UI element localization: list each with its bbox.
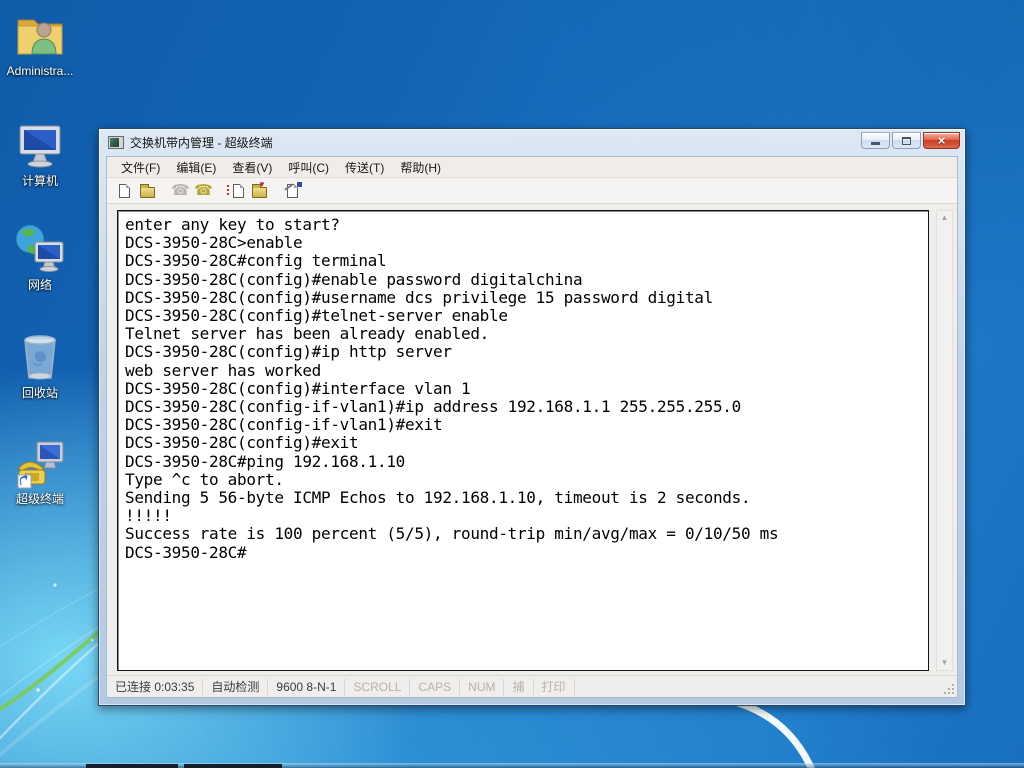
terminal-line: DCS-3950-28C# — [125, 542, 247, 562]
close-icon: × — [937, 133, 946, 148]
disconnect-button[interactable]: ☎ — [192, 180, 215, 202]
menu-transfer[interactable]: 传送(T) — [337, 157, 392, 178]
taskbar-edge[interactable] — [0, 763, 1024, 768]
taskbar-button-sliver[interactable] — [184, 764, 282, 768]
open-button[interactable] — [136, 180, 159, 202]
computer-icon — [19, 125, 61, 168]
minimize-button[interactable] — [861, 132, 890, 149]
terminal-line: DCS-3950-28C#ping 192.168.1.10 — [125, 451, 405, 471]
open-icon — [140, 183, 155, 198]
desktop-icon-label: 网络 — [27, 278, 52, 292]
call-icon: ☎ — [171, 182, 190, 199]
desktop-icon-network[interactable]: 网络 — [2, 222, 78, 292]
menu-view[interactable]: 查看(V) — [224, 157, 280, 178]
desktop-icon-label: 回收站 — [21, 386, 58, 400]
terminal-screen[interactable]: enter any key to start? DCS-3950-28C>ena… — [117, 210, 929, 671]
user-folder-icon — [17, 19, 63, 55]
terminal-line: Success rate is 100 percent (5/5), round… — [125, 524, 779, 544]
status-connected: 已连接 0:03:35 — [107, 678, 204, 695]
desktop-icon-recycle-bin[interactable]: 回收站 — [2, 330, 78, 400]
terminal-line: !!!!! — [125, 506, 172, 526]
terminal-line: DCS-3950-28C(config-if-vlan1)#exit — [125, 415, 443, 435]
window-title: 交换机带内管理 - 超级终端 — [130, 136, 273, 150]
desktop-icon-label: 计算机 — [21, 174, 58, 188]
window-icon — [108, 136, 124, 149]
status-bar: 已连接 0:03:35 自动检测 9600 8-N-1 SCROLL CAPS … — [107, 675, 957, 697]
hyperterminal-window: 交换机带内管理 - 超级终端 × 文件(F) 编辑(E) 查看(V) 呼叫(C)… — [98, 128, 966, 706]
terminal-line: DCS-3950-28C(config)#interface vlan 1 — [125, 378, 471, 398]
terminal-line: DCS-3950-28C(config)#ip http server — [125, 342, 452, 362]
desktop-icon-label: Administra... — [6, 64, 74, 78]
recycle-bin-icon — [24, 335, 56, 380]
status-scroll: SCROLL — [345, 678, 411, 695]
status-print: 打印 — [534, 678, 575, 695]
terminal-line: web server has worked — [125, 360, 321, 380]
status-capture: 捕 — [504, 678, 534, 695]
terminal-line: Telnet server has been already enabled. — [125, 324, 489, 344]
send-file-icon — [233, 183, 244, 198]
vertical-scrollbar[interactable]: ▲ ▼ — [936, 210, 953, 671]
terminal-line: DCS-3950-28C(config)#username dcs privil… — [125, 287, 713, 307]
menu-bar: 文件(F) 编辑(E) 查看(V) 呼叫(C) 传送(T) 帮助(H) — [107, 157, 957, 178]
taskbar-button-sliver[interactable] — [86, 764, 178, 768]
desktop-icon-label: 超级终端 — [15, 492, 64, 506]
receive-file-icon — [252, 183, 267, 198]
terminal-container: enter any key to start? DCS-3950-28C>ena… — [107, 204, 957, 675]
terminal-line: DCS-3950-28C>enable — [125, 233, 303, 253]
disconnect-icon: ☎ — [194, 182, 213, 199]
terminal-line: DCS-3950-28C(config)#telnet-server enabl… — [125, 306, 508, 326]
new-connection-icon — [119, 183, 130, 198]
menu-edit[interactable]: 编辑(E) — [168, 157, 224, 178]
scroll-down-icon[interactable]: ▼ — [941, 656, 949, 670]
status-num: NUM — [460, 678, 505, 695]
terminal-line: Type ^c to abort. — [125, 469, 284, 489]
terminal-line: Sending 5 56-byte ICMP Echos to 192.168.… — [125, 488, 751, 508]
minimize-icon — [871, 142, 880, 145]
terminal-line: DCS-3950-28C(config)#exit — [125, 433, 359, 453]
properties-corner — [297, 181, 302, 187]
resize-grip[interactable] — [943, 683, 955, 695]
status-baud: 9600 8-N-1 — [268, 678, 346, 695]
menu-help[interactable]: 帮助(H) — [392, 157, 449, 178]
desktop-icon-computer[interactable]: 计算机 — [2, 118, 78, 188]
close-button[interactable]: × — [923, 132, 960, 149]
scroll-up-icon[interactable]: ▲ — [941, 211, 949, 225]
status-caps: CAPS — [410, 678, 461, 695]
terminal-line: DCS-3950-28C(config-if-vlan1)#ip address… — [125, 397, 741, 417]
call-button[interactable]: ☎ — [169, 180, 192, 202]
terminal-line: DCS-3950-28C#config terminal — [125, 251, 387, 271]
terminal-line: enter any key to start? — [125, 215, 340, 234]
network-icon — [15, 224, 64, 272]
properties-button[interactable] — [281, 180, 304, 202]
send-dots — [227, 184, 230, 197]
window-titlebar[interactable]: 交换机带内管理 - 超级终端 × — [99, 129, 965, 156]
receive-file-button[interactable]: ▼ — [248, 180, 271, 202]
new-connection-button[interactable] — [113, 180, 136, 202]
status-autodetect: 自动检测 — [203, 678, 269, 695]
menu-call[interactable]: 呼叫(C) — [280, 157, 337, 178]
toolbar: ☎ ☎ ▼ — [107, 178, 957, 204]
maximize-button[interactable] — [892, 132, 921, 149]
terminal-line: DCS-3950-28C(config)#enable password dig… — [125, 269, 583, 289]
desktop-icon-hyperterminal[interactable]: 超级终端 — [2, 436, 78, 506]
send-file-button[interactable] — [225, 180, 248, 202]
menu-file[interactable]: 文件(F) — [113, 157, 168, 178]
hyperterminal-shortcut-icon — [17, 441, 64, 489]
desktop-icon-administrator[interactable]: Administra... — [2, 8, 78, 78]
maximize-icon — [902, 136, 911, 145]
window-client-area: 文件(F) 编辑(E) 查看(V) 呼叫(C) 传送(T) 帮助(H) ☎ ☎ … — [106, 156, 958, 698]
